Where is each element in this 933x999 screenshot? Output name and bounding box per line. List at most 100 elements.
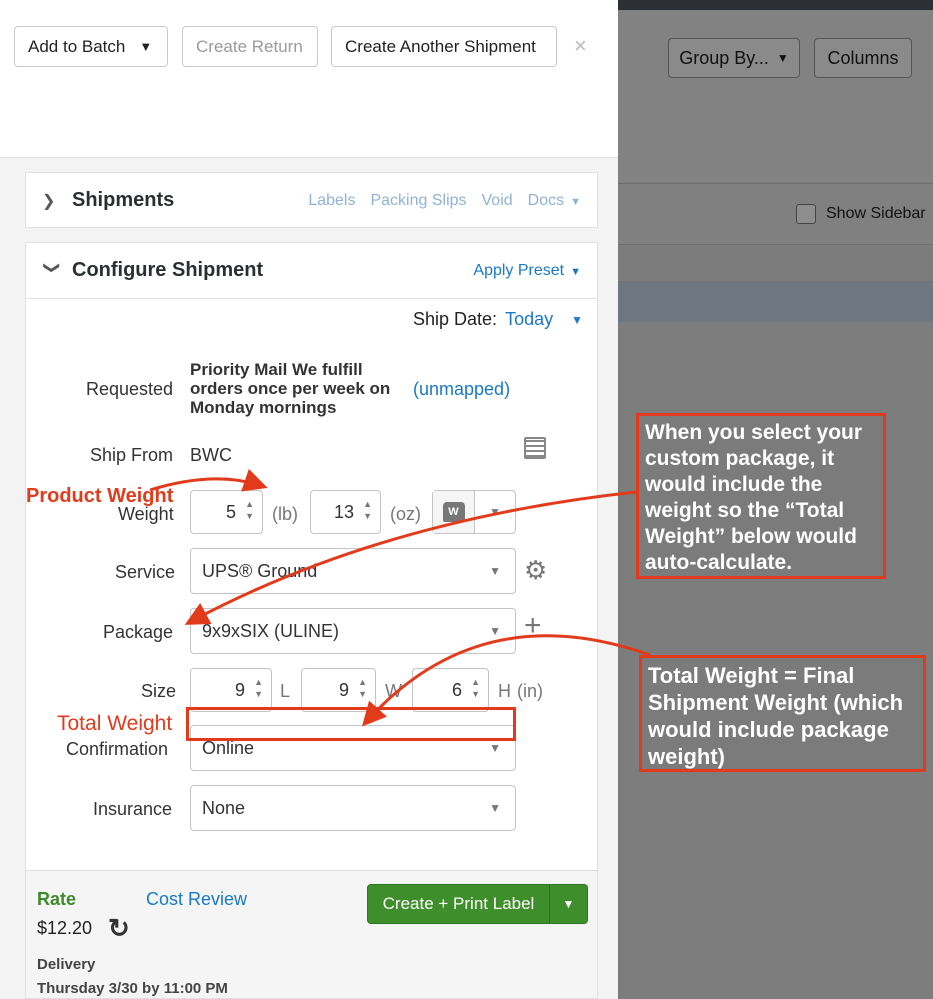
total-weight-highlight-box (186, 707, 516, 741)
size-height-unit: H (498, 681, 511, 701)
caret-down-icon: ▼ (489, 741, 501, 755)
stepper-icon[interactable]: ▲ ▼ (254, 676, 263, 700)
insurance-value: None (202, 797, 246, 818)
confirmation-label: Confirmation (66, 739, 169, 759)
ship-from-label: Ship From (90, 445, 174, 465)
service-label: Service (115, 562, 176, 582)
caret-down-icon: ▼ (489, 624, 501, 638)
size-length-unit: L (280, 681, 291, 701)
refresh-icon[interactable]: ↻ (108, 913, 130, 944)
create-return-label: Create Return (196, 36, 303, 56)
size-width-unit: W (385, 681, 402, 701)
size-width-input[interactable]: 9 ▲ ▼ (301, 668, 376, 712)
stepper-icon[interactable]: ▲ ▼ (363, 498, 372, 522)
caret-down-icon[interactable]: ▼ (550, 885, 587, 923)
chevron-down-icon[interactable]: ❯ (42, 261, 62, 281)
package-label: Package (103, 622, 174, 642)
ship-date-value[interactable]: Today (505, 309, 553, 330)
size-width-value: 9 (338, 679, 349, 700)
caret-down-icon: ▼ (489, 564, 501, 578)
add-to-batch-button[interactable]: Add to Batch ▼ (14, 26, 168, 67)
total-weight-annotation: Total Weight (57, 712, 173, 735)
background-selected-row (618, 282, 933, 322)
size-height-input[interactable]: 6 ▲ ▼ (412, 668, 489, 712)
docs-link[interactable]: Docs ▼ (528, 192, 581, 210)
add-to-batch-label: Add to Batch (28, 36, 126, 56)
shipments-header[interactable]: ❯ Shipments Labels Packing Slips Void Do… (26, 173, 597, 228)
requested-label: Requested (86, 379, 174, 399)
total-weight-callout: Total Weight = Final Shipment Weight (wh… (639, 655, 926, 772)
configure-shipment-card: ❯ Configure Shipment Apply Preset ▼ Ship … (25, 242, 598, 872)
create-another-shipment-button[interactable]: Create Another Shipment (331, 26, 557, 67)
weight-lb-input[interactable]: 5 ▲ ▼ (190, 490, 263, 534)
package-callout: When you select your custom package, it … (636, 413, 886, 579)
stepper-icon[interactable]: ▲ ▼ (471, 676, 480, 700)
rate-label: Rate (37, 889, 77, 909)
rate-value: $12.20 (37, 918, 93, 938)
service-value: UPS® Ground (202, 560, 318, 581)
shipments-links: Labels Packing Slips Void Docs ▼ (308, 192, 581, 210)
packing-slips-link[interactable]: Packing Slips (370, 192, 466, 210)
caret-down-icon: ▼ (776, 51, 789, 65)
ship-date-label: Ship Date: (413, 309, 498, 329)
size-length-input[interactable]: 9 ▲ ▼ (190, 668, 272, 712)
caret-down-icon[interactable]: ▼ (475, 505, 515, 519)
caret-down-icon: ▼ (489, 801, 501, 815)
background-toolbar: Group By... ▼ Columns (618, 10, 933, 182)
background-header-row (618, 246, 933, 282)
stepper-icon[interactable]: ▲ ▼ (358, 676, 367, 700)
unmapped-link[interactable]: (unmapped) (413, 379, 510, 400)
caret-down-icon: ▼ (139, 39, 153, 54)
plus-icon[interactable]: + (524, 611, 542, 641)
docs-label: Docs (527, 191, 565, 209)
columns-button[interactable]: Columns (814, 38, 912, 78)
create-return-button[interactable]: Create Return (182, 26, 318, 67)
weight-oz-value: 13 (333, 501, 354, 522)
configure-header[interactable]: ❯ Configure Shipment Apply Preset ▼ (26, 243, 597, 298)
insurance-label: Insurance (93, 799, 173, 819)
weight-oz-unit: (oz) (390, 504, 421, 524)
scale-weight-icon[interactable]: W (433, 491, 475, 533)
create-print-label-button[interactable]: Create + Print Label ▼ (367, 884, 588, 924)
apply-preset-dropdown[interactable]: Apply Preset ▼ (473, 262, 581, 280)
weight-oz-input[interactable]: 13 ▲ ▼ (310, 490, 381, 534)
gear-icon[interactable]: ⚙ (524, 557, 547, 583)
apply-preset-label: Apply Preset (473, 261, 565, 279)
insurance-select[interactable]: None ▼ (190, 785, 516, 831)
caret-down-icon[interactable]: ▼ (571, 313, 583, 327)
create-print-label-label[interactable]: Create + Print Label (368, 885, 550, 923)
chevron-right-icon[interactable]: ❯ (42, 191, 72, 211)
columns-label: Columns (827, 47, 899, 68)
size-height-value: 6 (451, 679, 462, 700)
configure-title: Configure Shipment (72, 259, 264, 281)
caret-down-icon: ▼ (570, 195, 581, 208)
cost-review-link[interactable]: Cost Review (146, 889, 247, 910)
product-weight-annotation: Product Weight (26, 485, 174, 507)
show-sidebar-toggle[interactable]: Show Sidebar (796, 204, 926, 224)
requested-value: Priority Mail We fulfill orders once per… (190, 360, 391, 417)
package-value: 9x9xSIX (ULINE) (202, 620, 340, 641)
delivery-label: Delivery (37, 956, 96, 973)
service-select[interactable]: UPS® Ground ▼ (190, 548, 516, 594)
package-select[interactable]: 9x9xSIX (ULINE) ▼ (190, 608, 516, 654)
void-link[interactable]: Void (482, 192, 513, 210)
close-icon[interactable]: × (574, 33, 587, 59)
weight-lb-value: 5 (225, 501, 236, 522)
size-length-value: 9 (234, 679, 245, 700)
panel-toolbar: Add to Batch ▼ Create Return Create Anot… (0, 0, 618, 158)
calculator-icon[interactable] (524, 437, 546, 459)
scale-dropdown[interactable]: W ▼ (432, 490, 516, 534)
size-units: (in) (517, 681, 543, 701)
create-another-shipment-label: Create Another Shipment (345, 36, 536, 56)
ship-from-value: BWC (190, 445, 232, 465)
stepper-icon[interactable]: ▲ ▼ (245, 498, 254, 522)
top-bar (618, 0, 933, 10)
weight-lb-unit: (lb) (272, 504, 298, 524)
show-sidebar-checkbox[interactable] (796, 204, 816, 224)
delivery-value: Thursday 3/30 by 11:00 PM (37, 980, 228, 997)
show-sidebar-label: Show Sidebar (826, 205, 926, 222)
labels-link[interactable]: Labels (308, 192, 355, 210)
group-by-button[interactable]: Group By... ▼ (668, 38, 800, 78)
caret-down-icon: ▼ (570, 265, 581, 278)
shipments-title: Shipments (72, 189, 175, 211)
